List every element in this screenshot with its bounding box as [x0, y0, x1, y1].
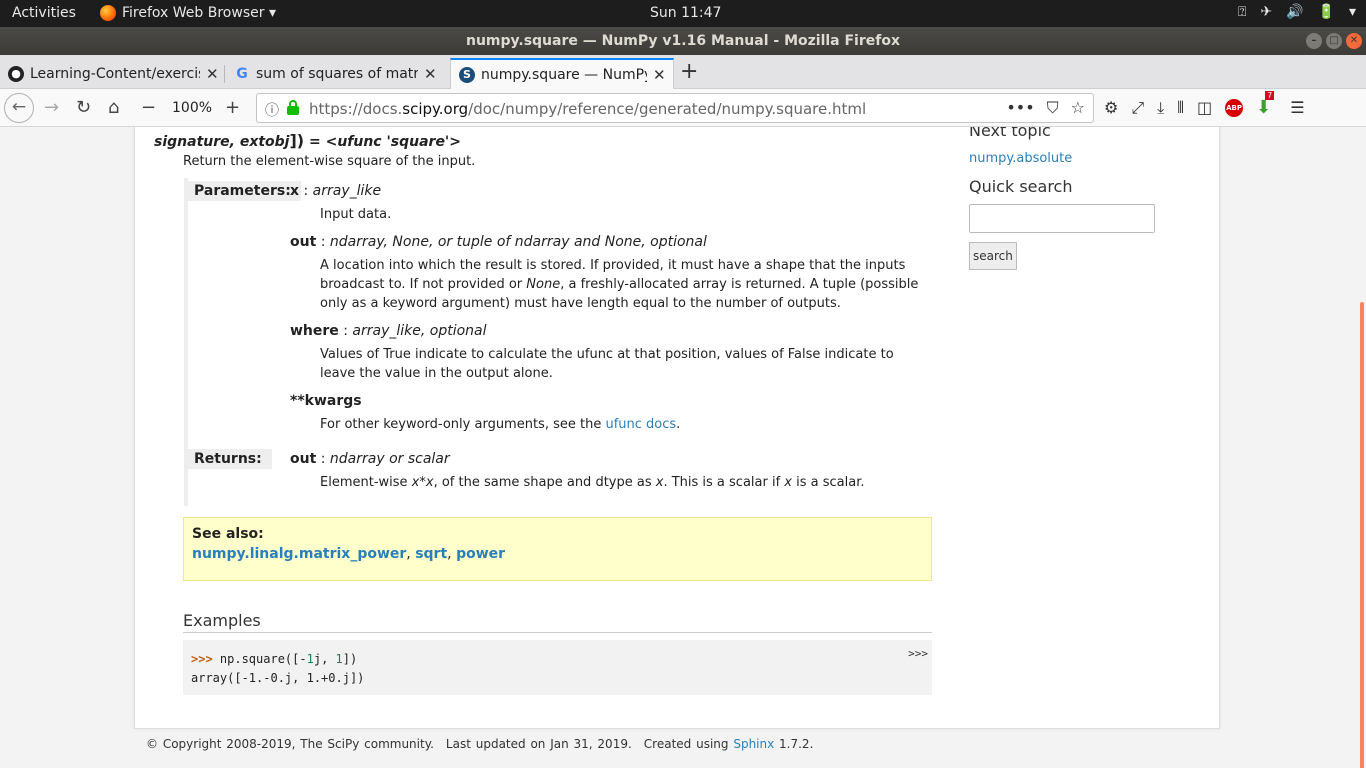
close-tab-icon[interactable]: ✕	[653, 66, 666, 84]
app-menu-label: Firefox Web Browser ▾	[122, 5, 276, 21]
url-text[interactable]: https://docs.scipy.org/doc/numpy/referen…	[309, 100, 866, 118]
github-icon: ●	[8, 65, 24, 82]
new-tab-button[interactable]: +	[680, 59, 698, 84]
hamburger-menu-icon[interactable]: ☰	[1290, 98, 1304, 117]
network-icon: ⍰	[1237, 4, 1247, 20]
return-out: out : ndarray or scalar	[290, 451, 450, 467]
info-icon[interactable]: ⓘ	[265, 100, 279, 120]
close-window-button[interactable]: ✕	[1346, 33, 1362, 49]
tab-label: Learning-Content/exercis	[30, 65, 200, 82]
quick-search-heading: Quick search	[969, 177, 1073, 196]
page-actions-icon[interactable]: •••	[1006, 98, 1034, 118]
code-line-output: array([-1.-0.j, 1.+0.j])	[191, 671, 365, 685]
param-x-desc: Input data.	[320, 207, 392, 222]
param-x: x : array_like	[290, 183, 382, 199]
function-summary: Return the element-wise square of the in…	[183, 154, 476, 169]
minimize-button[interactable]: –	[1306, 33, 1322, 49]
reload-button[interactable]: ↻	[76, 97, 91, 118]
parameters-label: Parameters:	[184, 181, 301, 201]
maximize-button[interactable]: □	[1326, 33, 1342, 49]
zoom-out-button[interactable]: −	[141, 97, 156, 118]
ufunc-docs-link[interactable]: ufunc docs	[605, 417, 676, 432]
system-top-bar: Activities Firefox Web Browser ▾ Sun 11:…	[0, 0, 1366, 27]
param-out-desc: A location into which the result is stor…	[320, 258, 919, 311]
close-tab-icon[interactable]: ✕	[424, 65, 437, 83]
examples-heading: Examples	[183, 611, 932, 633]
next-topic-heading: Next topic	[969, 127, 1051, 140]
see-also-box: See also: numpy.linalg.matrix_power, sqr…	[183, 517, 932, 581]
page-footer: © Copyright 2008-2019, The SciPy communi…	[146, 737, 814, 751]
home-button[interactable]: ⌂	[108, 97, 119, 118]
return-out-desc: Element-wise x*x, of the same shape and …	[320, 475, 865, 490]
chevron-down-icon: ▾	[1348, 4, 1356, 20]
zoom-level[interactable]: 100%	[172, 100, 212, 116]
code-line-input: >>> np.square([-1j, 1])	[191, 652, 358, 666]
see-also-title: See also:	[192, 526, 264, 542]
tab-numpy-square[interactable]: S numpy.square — NumPy v1 ✕	[450, 58, 674, 89]
tab-learning-content[interactable]: ● Learning-Content/exercis ✕	[0, 58, 225, 89]
window-title-bar: numpy.square — NumPy v1.16 Manual - Mozi…	[0, 27, 1366, 55]
bookmark-star-icon[interactable]: ☆	[1071, 98, 1085, 118]
returns-label: Returns:	[184, 449, 272, 469]
volume-icon: 🔊	[1286, 4, 1304, 20]
tab-sum-of-squares[interactable]: G sum of squares of matrix ✕	[226, 58, 443, 89]
page-scrollbar[interactable]	[1360, 302, 1364, 768]
zoom-in-button[interactable]: +	[225, 97, 240, 118]
param-out: out : ndarray, None, or tuple of ndarray…	[290, 234, 707, 250]
firefox-logo-icon	[100, 5, 116, 21]
library-icon[interactable]: ⫴	[1177, 98, 1184, 118]
tab-label: sum of squares of matrix	[256, 65, 418, 82]
function-signature: signature, extobj]) = <ufunc 'square'>	[154, 131, 461, 150]
sidebar-icon[interactable]: ◫	[1197, 98, 1212, 117]
url-bar[interactable]: ⓘ https://docs.scipy.org/doc/numpy/refer…	[256, 93, 1094, 123]
lock-icon[interactable]	[287, 100, 299, 115]
param-kwargs-desc: For other keyword-only arguments, see th…	[320, 417, 681, 432]
navigation-toolbar: ← → ↻ ⌂ − 100% + ⓘ https://docs.scipy.or…	[0, 89, 1366, 127]
close-tab-icon[interactable]: ✕	[206, 65, 219, 83]
app-menu[interactable]: Firefox Web Browser ▾	[100, 5, 276, 21]
toggle-prompt-button[interactable]: >>>	[908, 644, 928, 663]
system-tray[interactable]: ⍰ ✈ 🔊 🔋 ▾	[1238, 4, 1356, 20]
example-code-block: >>> >>> np.square([-1j, 1]) array([-1.-0…	[183, 640, 932, 695]
forward-button[interactable]: →	[44, 97, 59, 118]
clock[interactable]: Sun 11:47	[650, 5, 721, 21]
battery-icon: 🔋	[1317, 4, 1335, 20]
google-icon: G	[236, 65, 248, 82]
back-button[interactable]: ←	[4, 93, 34, 123]
param-where: where : array_like, optional	[290, 323, 487, 339]
download-count-badge: 7	[1265, 91, 1275, 100]
sphinx-link[interactable]: Sphinx	[733, 737, 774, 751]
link-matrix-power[interactable]: numpy.linalg.matrix_power	[192, 546, 406, 562]
adblock-plus-icon[interactable]: ABP	[1225, 98, 1244, 117]
download-helper-icon[interactable]: ⬇ 7	[1256, 91, 1275, 118]
quick-search-input[interactable]	[969, 204, 1155, 233]
link-power[interactable]: power	[456, 546, 505, 562]
tab-label: numpy.square — NumPy v1	[481, 66, 647, 83]
fullscreen-icon[interactable]: ⤢	[1131, 98, 1144, 118]
see-also-links: numpy.linalg.matrix_power, sqrt, power	[192, 546, 506, 562]
param-where-desc: Values of True indicate to calculate the…	[320, 347, 894, 381]
param-kwargs: **kwargs	[290, 393, 362, 409]
scipy-icon: S	[459, 66, 475, 83]
page-viewport: signature, extobj]) = <ufunc 'square'> R…	[0, 127, 1366, 768]
pocket-icon[interactable]: ⛉	[1047, 98, 1059, 118]
next-topic-link[interactable]: numpy.absolute	[969, 151, 1072, 166]
link-sqrt[interactable]: sqrt	[415, 546, 447, 562]
tab-strip: ● Learning-Content/exercis ✕ G sum of sq…	[0, 55, 1366, 89]
window-title: numpy.square — NumPy v1.16 Manual - Mozi…	[466, 33, 900, 49]
search-button[interactable]: search	[969, 242, 1017, 270]
settings-gear-icon[interactable]: ⚙	[1104, 98, 1118, 117]
downloads-icon[interactable]: ⤓	[1157, 98, 1164, 118]
airplane-mode-icon: ✈	[1260, 4, 1273, 20]
activities-button[interactable]: Activities	[12, 5, 76, 21]
